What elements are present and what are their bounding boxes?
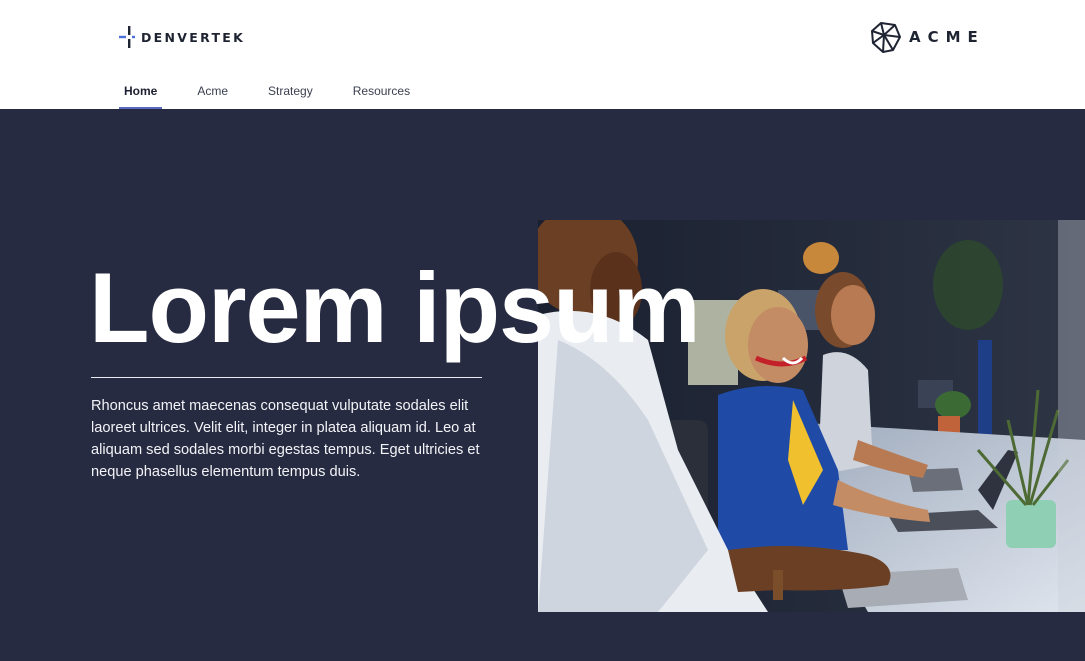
geodesic-polyhedron-icon xyxy=(871,22,901,53)
hero-section: Lorem ipsum Rhoncus amet maecenas conseq… xyxy=(0,109,1085,661)
nav-item-label: Strategy xyxy=(268,84,313,98)
main-nav: Home Acme Strategy Resources xyxy=(119,74,415,109)
acme-logo[interactable]: ACME xyxy=(871,20,985,54)
denvertek-logo[interactable]: DENVERTEK xyxy=(119,26,245,48)
denvertek-mark-icon xyxy=(119,26,135,48)
acme-wordmark: ACME xyxy=(909,28,985,46)
hero-title: Lorem ipsum xyxy=(89,252,701,363)
nav-item-label: Resources xyxy=(352,84,411,98)
nav-item-home[interactable]: Home xyxy=(119,74,163,109)
nav-item-strategy[interactable]: Strategy xyxy=(263,74,318,109)
hero-divider xyxy=(91,377,482,378)
denvertek-wordmark: DENVERTEK xyxy=(141,29,246,45)
nav-item-resources[interactable]: Resources xyxy=(348,74,415,109)
nav-item-label: Acme xyxy=(197,84,229,98)
site-header: DENVERTEK ACME Home Acme Strategy Resour… xyxy=(0,0,1085,109)
nav-item-acme[interactable]: Acme xyxy=(192,74,233,109)
nav-item-label: Home xyxy=(124,84,158,98)
hero-body-text: Rhoncus amet maecenas consequat vulputat… xyxy=(91,398,480,480)
